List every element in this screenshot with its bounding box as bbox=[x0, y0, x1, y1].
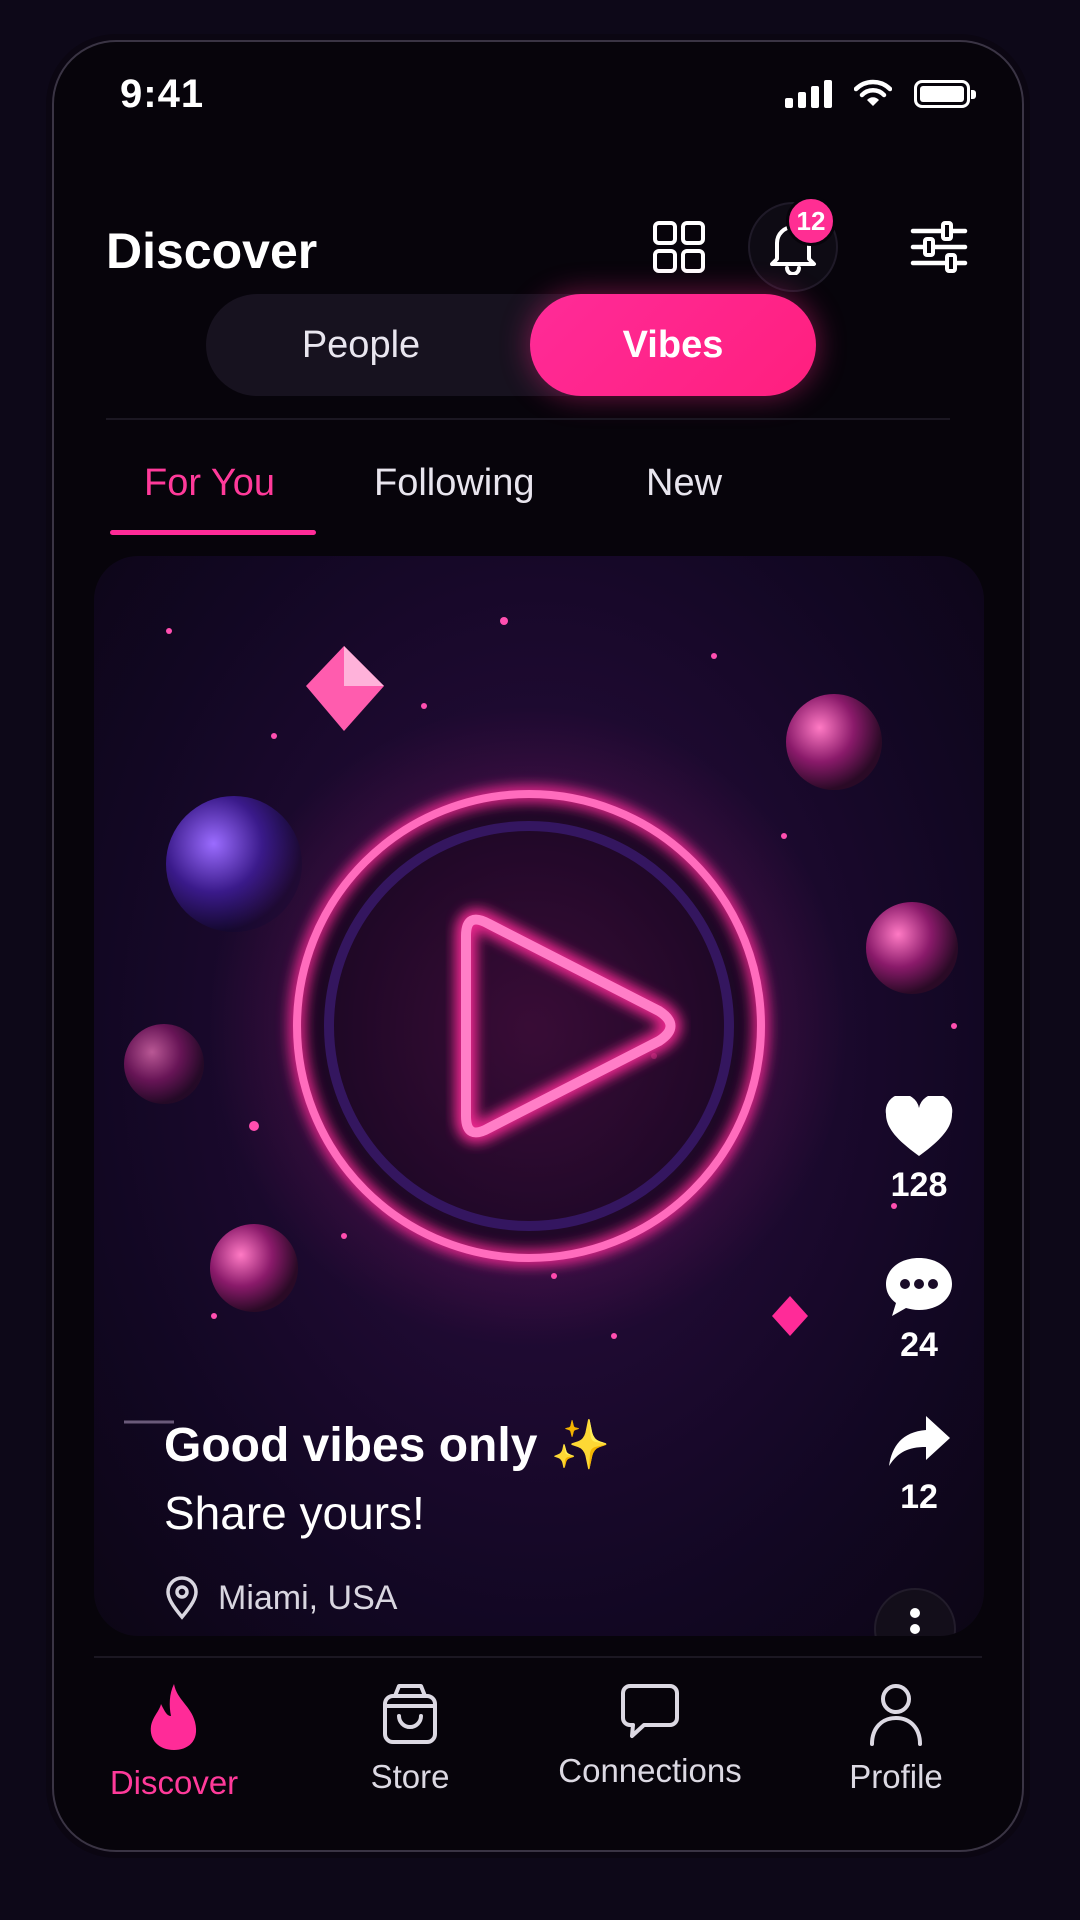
location-label: Miami, USA bbox=[218, 1578, 398, 1617]
grid-view-button[interactable] bbox=[634, 202, 724, 292]
more-vertical-icon bbox=[910, 1608, 920, 1634]
chat-bubble-icon bbox=[886, 1258, 952, 1316]
page-title: Discover bbox=[106, 223, 318, 279]
heart-icon bbox=[885, 1096, 953, 1156]
post-subtitle: Share yours! bbox=[164, 1487, 425, 1539]
battery-icon bbox=[914, 80, 976, 108]
nav-label-discover: Discover bbox=[109, 1764, 239, 1801]
grid-icon bbox=[653, 221, 705, 273]
phone-frame: 9:41 Discover 12 People Vibes For You Fo… bbox=[52, 40, 1024, 1852]
notifications-button[interactable]: 12 bbox=[748, 196, 838, 292]
nav-store[interactable]: Store bbox=[310, 1682, 510, 1796]
like-count: 128 bbox=[890, 1166, 948, 1204]
wifi-icon bbox=[854, 79, 892, 106]
post-artwork bbox=[124, 617, 958, 1424]
tab-following[interactable]: Following bbox=[374, 462, 535, 505]
chat-icon bbox=[621, 1684, 679, 1738]
nav-discover[interactable]: Discover bbox=[74, 1682, 274, 1802]
share-button[interactable]: 12 bbox=[874, 1414, 964, 1517]
tab-new[interactable]: New bbox=[646, 462, 722, 505]
shopping-bag-icon bbox=[383, 1684, 437, 1744]
tab-for-you[interactable]: For You bbox=[144, 462, 275, 505]
people-vibes-toggle: People Vibes bbox=[206, 294, 816, 396]
divider bbox=[106, 418, 950, 420]
post-location[interactable]: Miami, USA bbox=[164, 1576, 397, 1620]
like-button[interactable]: 128 bbox=[874, 1096, 964, 1205]
segment-vibes[interactable]: Vibes bbox=[530, 294, 816, 396]
comment-button[interactable]: 24 bbox=[874, 1256, 964, 1365]
filters-button[interactable] bbox=[894, 202, 984, 292]
status-time: 9:41 bbox=[120, 72, 205, 116]
share-count: 12 bbox=[900, 1478, 938, 1516]
location-pin-icon bbox=[166, 1576, 198, 1620]
status-icons bbox=[785, 78, 976, 108]
share-arrow-icon bbox=[889, 1416, 950, 1466]
nav-label-profile: Profile bbox=[849, 1758, 943, 1795]
person-icon bbox=[870, 1684, 922, 1746]
bottom-nav-divider bbox=[94, 1656, 982, 1658]
nav-connections[interactable]: Connections bbox=[550, 1682, 750, 1790]
nav-profile[interactable]: Profile bbox=[796, 1682, 996, 1796]
signal-icon bbox=[785, 78, 832, 108]
notification-badge: 12 bbox=[786, 196, 836, 246]
vibe-post-card[interactable]: Good vibes only ✨ Share yours! Miami, US… bbox=[94, 556, 984, 1636]
segment-people[interactable]: People bbox=[206, 294, 516, 396]
nav-label-store: Store bbox=[370, 1758, 450, 1795]
sliders-icon bbox=[910, 221, 968, 273]
post-title: Good vibes only ✨ bbox=[164, 1419, 611, 1472]
comment-count: 24 bbox=[900, 1326, 938, 1364]
flame-icon bbox=[150, 1684, 197, 1750]
nav-label-connections: Connections bbox=[558, 1752, 742, 1789]
active-tab-indicator bbox=[110, 530, 316, 535]
